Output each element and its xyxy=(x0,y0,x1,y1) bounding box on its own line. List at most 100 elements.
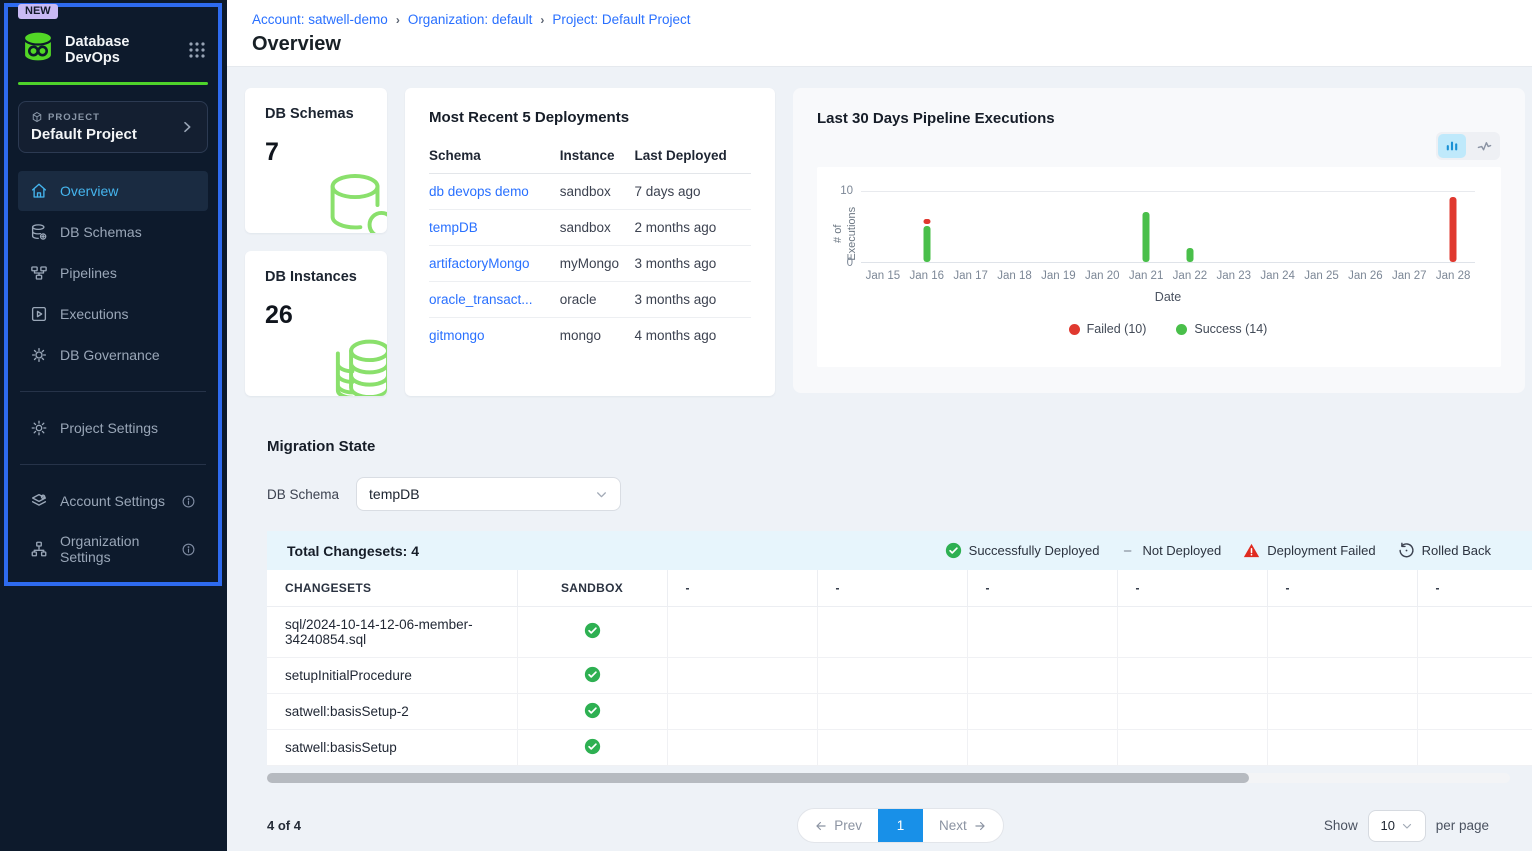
table-row: gitmongomongo4 months ago xyxy=(429,318,751,354)
check-circle-icon xyxy=(517,658,667,694)
failed-bar[interactable] xyxy=(1450,197,1457,262)
sidebar-item-label: DB Governance xyxy=(60,347,196,363)
empty-cell xyxy=(817,607,967,658)
instance-cell: myMongo xyxy=(560,246,635,282)
sidebar-item-organization-settings[interactable]: Organization Settings xyxy=(18,522,208,576)
legend-item[interactable]: Success (14) xyxy=(1176,322,1267,336)
app-grid-icon[interactable] xyxy=(188,41,206,59)
x-tick-label: Jan 16 xyxy=(905,270,949,282)
success-bar[interactable] xyxy=(1186,248,1193,262)
page-size-select[interactable]: 10 xyxy=(1368,810,1426,842)
schema-link[interactable]: artifactoryMongo xyxy=(429,256,530,271)
project-name: Default Project xyxy=(31,126,179,143)
breadcrumb-link[interactable]: Account: satwell-demo xyxy=(252,12,388,27)
changeset-name-cell: sql/2024-10-14-12-06-member-34240854.sql xyxy=(267,607,517,658)
instance-cell: sandbox xyxy=(560,210,635,246)
sidebar-accent-divider xyxy=(18,82,208,85)
bar-slot-jan-21 xyxy=(1124,192,1168,262)
empty-cell xyxy=(967,730,1117,766)
total-changesets-label: Total Changesets: 4 xyxy=(287,543,419,559)
status-legend-item: Not Deployed xyxy=(1121,542,1221,559)
changeset-name-cell: satwell:basisSetup-2 xyxy=(267,694,517,730)
sidebar-annotation-border: NEW Database DevOps xyxy=(4,3,222,586)
x-tick-label: Jan 17 xyxy=(949,270,993,282)
db-schema-select[interactable]: tempDB xyxy=(356,477,621,511)
check-circle-icon xyxy=(517,607,667,658)
sidebar-item-project-settings[interactable]: Project Settings xyxy=(18,408,208,448)
legend-dot-icon xyxy=(1069,324,1080,335)
page-header: Account: satwell-demo›Organization: defa… xyxy=(227,0,1532,67)
horizontal-scrollbar[interactable] xyxy=(267,773,1510,783)
rollback-icon xyxy=(1398,542,1415,559)
last-deployed-cell: 7 days ago xyxy=(635,174,751,210)
changeset-name-cell: setupInitialProcedure xyxy=(267,658,517,694)
sidebar-item-label: Organization Settings xyxy=(60,533,169,565)
changesets-column-header: - xyxy=(1267,570,1417,607)
sidebar-item-pipelines[interactable]: Pipelines xyxy=(18,253,208,293)
scrollbar-thumb[interactable] xyxy=(267,773,1249,783)
schema-link[interactable]: db devops demo xyxy=(429,184,529,199)
sidebar-item-db-schemas[interactable]: DB Schemas xyxy=(18,212,208,252)
migration-title: Migration State xyxy=(267,438,1532,455)
x-tick-label: Jan 25 xyxy=(1300,270,1344,282)
bar-slot-jan-27 xyxy=(1387,192,1431,262)
db-stack-icon xyxy=(324,335,387,396)
changesets-column-header: - xyxy=(667,570,817,607)
breadcrumb-link[interactable]: Project: Default Project xyxy=(552,12,690,27)
bar-slot-jan-20 xyxy=(1080,192,1124,262)
sidebar-item-label: DB Schemas xyxy=(60,224,196,240)
status-legend-label: Successfully Deployed xyxy=(969,543,1100,558)
sidebar-item-overview[interactable]: Overview xyxy=(18,171,208,211)
x-tick-label: Jan 19 xyxy=(1036,270,1080,282)
sidebar-item-executions[interactable]: Executions xyxy=(18,294,208,334)
page-1-button[interactable]: 1 xyxy=(878,809,923,842)
next-page-button[interactable]: Next xyxy=(923,809,1003,842)
project-label: PROJECT xyxy=(48,112,100,123)
x-tick-label: Jan 15 xyxy=(861,270,905,282)
breadcrumb-link[interactable]: Organization: default xyxy=(408,12,533,27)
bar-slot-jan-19 xyxy=(1036,192,1080,262)
pipeline-icon xyxy=(30,264,48,282)
instance-cell: mongo xyxy=(560,318,635,354)
changesets-column-header: SANDBOX xyxy=(517,570,667,607)
line-chart-icon[interactable] xyxy=(1470,134,1498,158)
success-bar[interactable] xyxy=(923,226,930,262)
sidebar-primary-nav: Overview DB Schemas Pipelines Executions DB … xyxy=(18,171,208,375)
x-tick-label: Jan 22 xyxy=(1168,270,1212,282)
empty-cell xyxy=(667,607,817,658)
legend-item[interactable]: Failed (10) xyxy=(1069,322,1147,336)
sidebar-item-label: Project Settings xyxy=(60,420,196,436)
schema-link[interactable]: tempDB xyxy=(429,220,478,235)
project-selector[interactable]: PROJECT Default Project xyxy=(18,101,208,153)
success-bar[interactable] xyxy=(1143,212,1150,262)
sidebar-item-db-governance[interactable]: DB Governance xyxy=(18,335,208,375)
recent-deployments-card: Most Recent 5 Deployments SchemaInstance… xyxy=(405,88,775,396)
bar-chart-icon[interactable] xyxy=(1438,134,1466,158)
pipeline-executions-card: Last 30 Days Pipeline Executions # of Ex… xyxy=(793,88,1525,393)
info-icon[interactable] xyxy=(181,542,196,557)
stat-card-value: 7 xyxy=(265,138,387,167)
empty-cell xyxy=(1417,694,1532,730)
status-legend: Successfully DeployedNot DeployedDeploym… xyxy=(945,542,1491,559)
info-icon[interactable] xyxy=(181,494,196,509)
schema-link[interactable]: oracle_transact... xyxy=(429,292,533,307)
table-row: db devops demosandbox7 days ago xyxy=(429,174,751,210)
prev-page-button[interactable]: Prev xyxy=(798,809,878,842)
table-row: tempDBsandbox2 months ago xyxy=(429,210,751,246)
home-icon xyxy=(30,182,48,200)
failed-bar[interactable] xyxy=(923,219,930,224)
warning-triangle-icon xyxy=(1243,542,1260,559)
empty-cell xyxy=(1417,607,1532,658)
check-circle-icon xyxy=(517,730,667,766)
changesets-table-container: Total Changesets: 4 Successfully Deploye… xyxy=(267,531,1532,766)
empty-cell xyxy=(667,694,817,730)
sidebar-item-account-settings[interactable]: Account Settings xyxy=(18,481,208,521)
sidebar-item-label: Pipelines xyxy=(60,265,196,281)
table-row: satwell:basisSetup-2 xyxy=(267,694,1532,730)
stat-card-db-schemas: DB Schemas 7 xyxy=(245,88,387,233)
row-count-label: 4 of 4 xyxy=(267,818,477,833)
changesets-column-header: - xyxy=(967,570,1117,607)
schema-link[interactable]: gitmongo xyxy=(429,328,485,343)
empty-cell xyxy=(1417,658,1532,694)
bar-chart-plot: 10 0 xyxy=(861,191,1475,263)
